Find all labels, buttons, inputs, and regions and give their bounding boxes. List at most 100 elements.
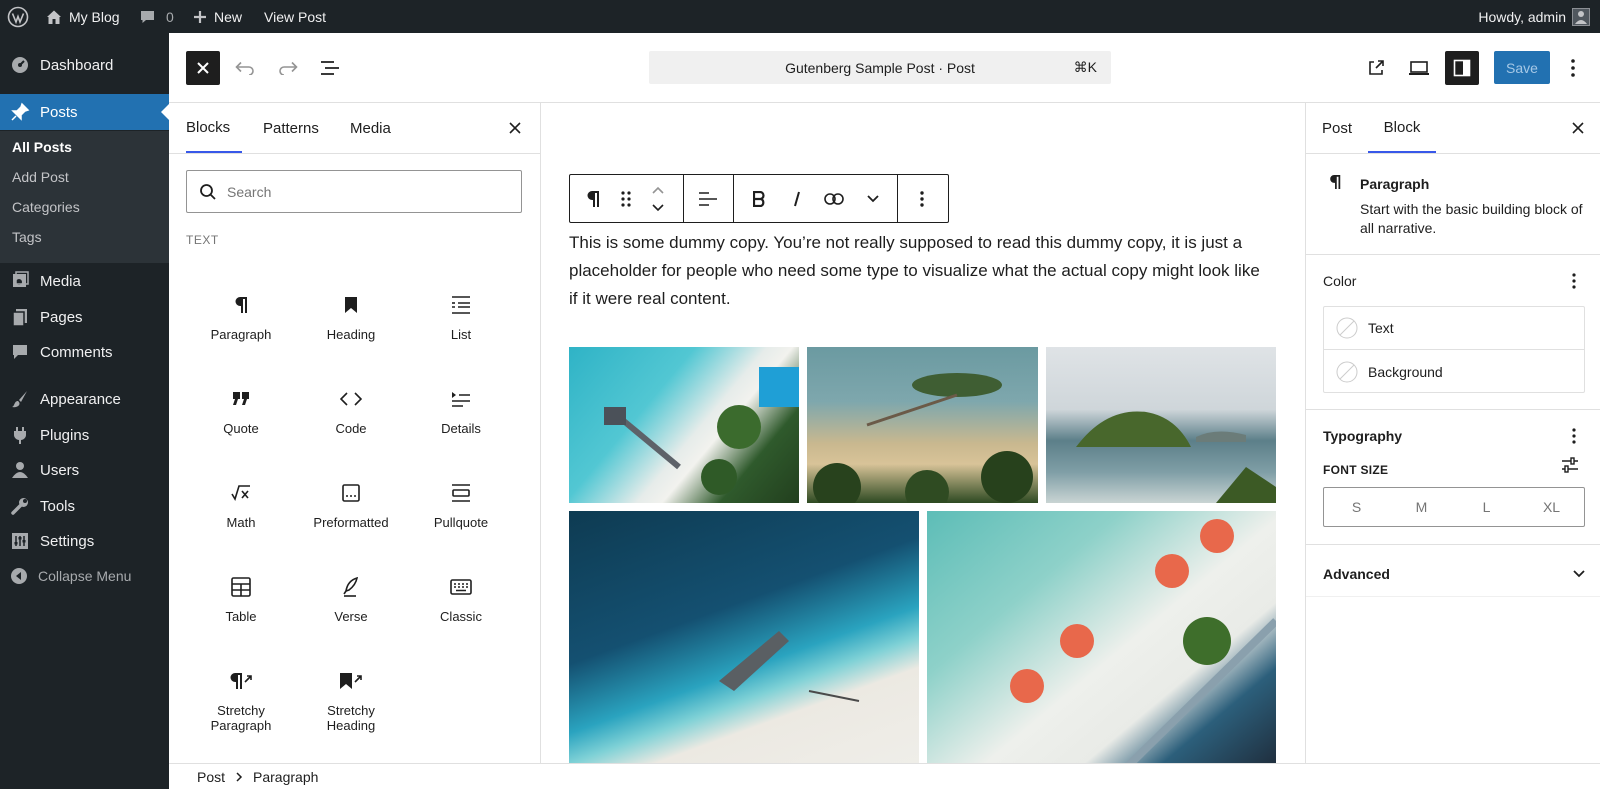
move-down-button[interactable] bbox=[646, 199, 670, 217]
comments-link[interactable]: 0 bbox=[139, 0, 174, 33]
editor-header: Gutenberg Sample Post · Post ⌘K Save bbox=[169, 33, 1600, 103]
preview-device-button[interactable] bbox=[1402, 51, 1436, 85]
search-input[interactable] bbox=[227, 183, 507, 200]
block-classic[interactable]: Classic bbox=[405, 559, 517, 645]
new-content-link[interactable]: New bbox=[192, 0, 242, 33]
pages-icon bbox=[12, 309, 27, 327]
home-icon bbox=[47, 10, 61, 24]
italic-button[interactable] bbox=[780, 182, 814, 216]
submenu-categories[interactable]: Categories bbox=[12, 199, 80, 215]
font-size-s[interactable]: S bbox=[1324, 488, 1389, 526]
advanced-panel-toggle[interactable]: Advanced bbox=[1323, 552, 1585, 596]
gallery-image-island-jetty[interactable] bbox=[807, 347, 1038, 503]
block-stretchy-heading[interactable]: Stretchy Heading bbox=[295, 653, 407, 739]
gallery-image-green-island[interactable] bbox=[1046, 347, 1276, 503]
menu-tools[interactable]: Tools bbox=[0, 488, 169, 524]
submenu-all-posts[interactable]: All Posts bbox=[12, 139, 72, 155]
align-button[interactable] bbox=[691, 182, 725, 216]
menu-settings[interactable]: Settings bbox=[0, 523, 169, 559]
block-preformatted[interactable]: Preformatted bbox=[295, 465, 407, 551]
account-menu[interactable]: Howdy, admin bbox=[1478, 0, 1590, 33]
block-type-button[interactable] bbox=[576, 182, 610, 216]
close-inserter-button[interactable] bbox=[505, 118, 525, 138]
menu-pages[interactable]: Pages bbox=[0, 299, 169, 335]
color-options-button[interactable] bbox=[1562, 269, 1586, 293]
save-button[interactable]: Save bbox=[1494, 51, 1550, 84]
document-overview-button[interactable] bbox=[313, 51, 347, 85]
undo-button[interactable] bbox=[228, 51, 262, 85]
submenu-add-post[interactable]: Add Post bbox=[12, 169, 69, 185]
block-options-button[interactable] bbox=[905, 182, 939, 216]
typography-options-button[interactable] bbox=[1562, 424, 1586, 448]
keyboard-shortcut: ⌘K bbox=[1073, 59, 1097, 75]
menu-users[interactable]: Users bbox=[0, 452, 169, 488]
block-math[interactable]: Math bbox=[185, 465, 297, 551]
italic-icon bbox=[794, 191, 800, 207]
link-button[interactable] bbox=[817, 182, 851, 216]
chevron-down-icon bbox=[1573, 570, 1585, 578]
block-details[interactable]: Details bbox=[405, 371, 517, 457]
block-card-icon bbox=[1328, 173, 1342, 191]
drag-handle[interactable] bbox=[612, 182, 640, 216]
settings-toggle-button[interactable] bbox=[1445, 51, 1479, 85]
block-search bbox=[186, 170, 522, 213]
menu-dashboard[interactable]: Dashboard bbox=[0, 47, 169, 83]
divider bbox=[1306, 409, 1600, 410]
close-editor-button[interactable] bbox=[186, 51, 220, 85]
view-post-link[interactable]: View Post bbox=[264, 0, 326, 33]
editor-canvas: This is some dummy copy. You’re not real… bbox=[541, 103, 1305, 763]
redo-button[interactable] bbox=[271, 51, 305, 85]
close-sidebar-button[interactable] bbox=[1568, 118, 1588, 138]
menu-label: Posts bbox=[40, 103, 78, 121]
font-size-xl[interactable]: XL bbox=[1519, 488, 1584, 526]
submenu-tags[interactable]: Tags bbox=[12, 229, 42, 245]
tab-blocks[interactable]: Blocks bbox=[186, 103, 242, 153]
block-heading[interactable]: Heading bbox=[295, 277, 407, 363]
block-pullquote[interactable]: Pullquote bbox=[405, 465, 517, 551]
block-verse[interactable]: Verse bbox=[295, 559, 407, 645]
text-color-button[interactable]: Text bbox=[1324, 307, 1584, 350]
tab-patterns[interactable]: Patterns bbox=[263, 103, 319, 153]
breadcrumb-post[interactable]: Post bbox=[197, 769, 225, 785]
block-paragraph[interactable]: Paragraph bbox=[185, 277, 297, 363]
view-post-button[interactable] bbox=[1359, 51, 1393, 85]
menu-posts[interactable]: Posts bbox=[0, 94, 169, 130]
gallery-image-boat-shore[interactable] bbox=[569, 511, 919, 763]
document-title: Gutenberg Sample Post · Post bbox=[785, 59, 975, 76]
settings-sliders-icon bbox=[12, 533, 28, 549]
wordpress-logo-icon[interactable] bbox=[7, 0, 29, 33]
block-quote[interactable]: Quote bbox=[185, 371, 297, 457]
pullquote-icon bbox=[452, 484, 470, 502]
tab-post[interactable]: Post bbox=[1322, 103, 1352, 153]
paragraph-block[interactable]: This is some dummy copy. You’re not real… bbox=[569, 229, 1269, 313]
block-table[interactable]: Table bbox=[185, 559, 297, 645]
menu-label: Comments bbox=[40, 343, 113, 361]
custom-font-size-toggle[interactable] bbox=[1556, 453, 1584, 477]
collapse-menu-button[interactable]: Collapse Menu bbox=[0, 563, 169, 589]
redo-icon bbox=[279, 61, 298, 75]
bold-button[interactable] bbox=[742, 182, 776, 216]
command-palette-trigger[interactable]: Gutenberg Sample Post · Post ⌘K bbox=[649, 51, 1111, 84]
tab-media[interactable]: Media bbox=[350, 103, 391, 153]
site-name-link[interactable]: My Blog bbox=[45, 0, 120, 33]
move-up-button[interactable] bbox=[646, 181, 670, 199]
font-size-l[interactable]: L bbox=[1454, 488, 1519, 526]
close-icon bbox=[197, 62, 209, 74]
font-size-m[interactable]: M bbox=[1389, 488, 1454, 526]
block-stretchy-paragraph[interactable]: Stretchy Paragraph bbox=[185, 653, 297, 739]
block-list[interactable]: List bbox=[405, 277, 517, 363]
menu-plugins[interactable]: Plugins bbox=[0, 417, 169, 453]
gallery-block[interactable] bbox=[569, 347, 1276, 763]
gallery-image-beach-pier[interactable] bbox=[569, 347, 799, 503]
tab-block[interactable]: Block bbox=[1368, 103, 1436, 153]
plus-icon bbox=[194, 10, 206, 23]
options-menu-button[interactable] bbox=[1561, 51, 1585, 85]
gallery-image-umbrellas[interactable] bbox=[927, 511, 1276, 763]
bold-icon bbox=[753, 191, 765, 207]
background-color-button[interactable]: Background bbox=[1324, 350, 1584, 393]
block-code[interactable]: Code bbox=[295, 371, 407, 457]
menu-comments[interactable]: Comments bbox=[0, 334, 169, 370]
more-formats-button[interactable] bbox=[856, 182, 890, 216]
menu-appearance[interactable]: Appearance bbox=[0, 381, 169, 417]
menu-media[interactable]: Media bbox=[0, 263, 169, 299]
